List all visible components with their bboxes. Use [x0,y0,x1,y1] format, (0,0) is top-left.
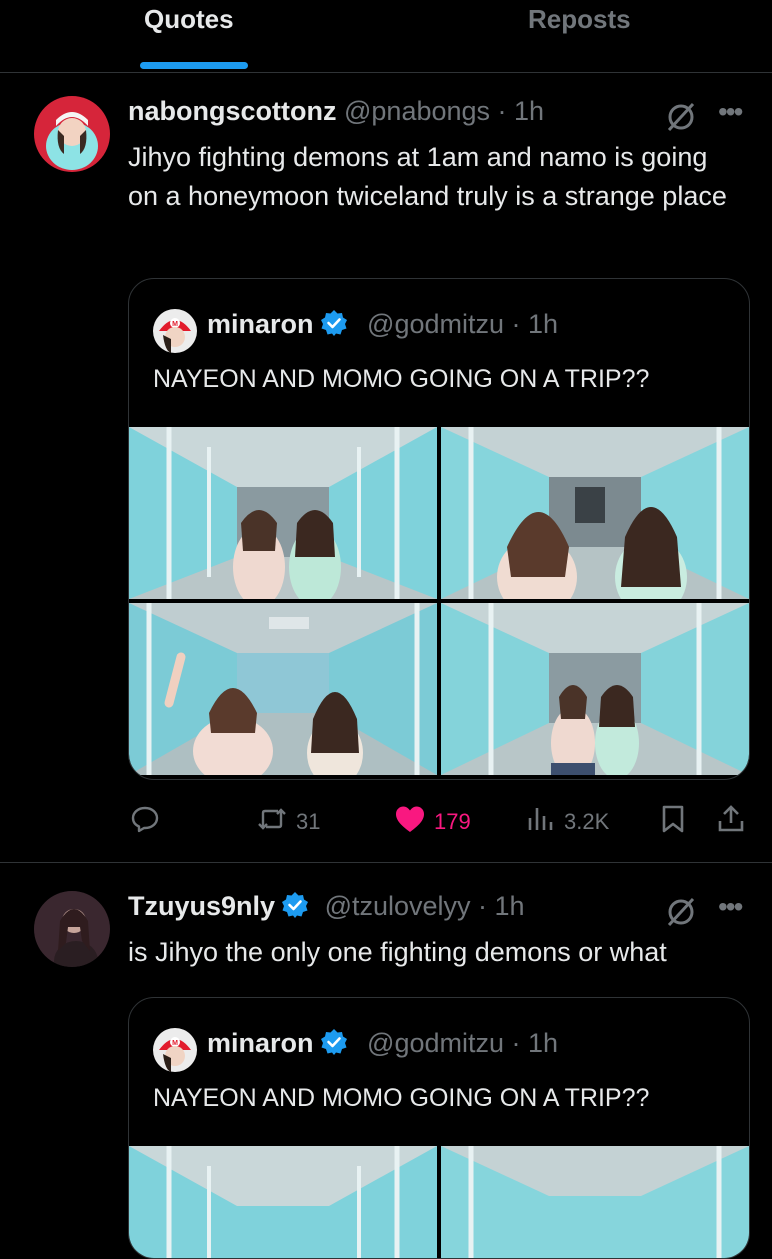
svg-text:M: M [172,321,178,328]
post-1[interactable]: nabongscottonz @pnabongs · 1h ••• Jihyo … [0,72,772,862]
quote-text: NAYEON AND MOMO GOING ON A TRIP?? [153,365,650,393]
heart-icon [394,804,426,840]
media-photo-3[interactable] [129,603,437,775]
quote-time[interactable]: · 1h [512,309,559,339]
avatar[interactable] [34,891,110,967]
quote-display-name[interactable]: minaron [207,309,314,339]
quote-header: minaron @godmitzu · 1h [207,1028,558,1063]
bookmark-icon [660,804,686,840]
repost-count: 31 [296,809,321,834]
tab-bar: Quotes Reposts [0,0,772,73]
post-2[interactable]: Tzuyus9nly @tzulovelyy · 1h ••• is Jihyo… [0,863,772,1259]
quoted-post[interactable]: M minaron @godmitzu · 1h NAYEON AND MOMO… [128,278,750,780]
repost-button[interactable]: 31 [256,804,320,840]
media-photo-1[interactable] [129,1146,437,1258]
ellipsis-icon[interactable]: ••• [718,891,743,923]
post-text: is Jihyo the only one fighting demons or… [128,937,667,967]
display-name[interactable]: nabongscottonz [128,96,336,126]
media-photo-2[interactable] [441,1146,749,1258]
media-photo-1[interactable] [129,427,437,599]
media-grid [129,1146,749,1258]
user-handle[interactable]: @tzulovelyy [325,891,471,921]
active-tab-indicator [140,62,248,69]
post-header: nabongscottonz @pnabongs · 1h [128,96,544,127]
display-name[interactable]: Tzuyus9nly [128,891,275,921]
share-upload-icon [716,804,746,840]
quote-display-name[interactable]: minaron [207,1028,314,1058]
views-button[interactable]: 3.2K [526,804,609,840]
quote-time[interactable]: · 1h [512,1028,559,1058]
tab-quotes[interactable]: Quotes [144,4,234,35]
like-count: 179 [434,809,471,834]
speech-bubble-icon [130,804,160,840]
user-handle[interactable]: @pnabongs [344,96,490,126]
verified-badge-icon [320,1028,348,1063]
quote-header: minaron @godmitzu · 1h [207,309,558,344]
like-button[interactable]: 179 [394,804,471,840]
slashed-circle-icon[interactable] [664,895,698,929]
view-count: 3.2K [564,809,610,834]
slashed-circle-icon[interactable] [664,100,698,134]
ellipsis-icon[interactable]: ••• [718,96,743,128]
media-grid [129,427,749,777]
repost-arrows-icon [256,804,288,840]
post-header: Tzuyus9nly @tzulovelyy · 1h [128,891,525,926]
quote-text: NAYEON AND MOMO GOING ON A TRIP?? [153,1084,650,1112]
bar-chart-icon [526,804,556,840]
quoted-post[interactable]: M minaron @godmitzu · 1h NAYEON AND MOMO… [128,997,750,1259]
quote-handle[interactable]: @godmitzu [367,1028,504,1058]
quote-avatar[interactable]: M [153,1028,197,1072]
post-text: Jihyo fighting demons at 1am and namo is… [128,142,727,211]
media-photo-2[interactable] [441,427,749,599]
post-time[interactable]: · 1h [498,96,545,126]
action-bar: 31 179 3.2K [0,804,772,844]
avatar[interactable] [34,96,110,172]
quote-avatar[interactable]: M [153,309,197,353]
quote-handle[interactable]: @godmitzu [367,309,504,339]
svg-text:M: M [172,1040,178,1047]
reply-button[interactable] [130,804,160,840]
media-photo-4[interactable] [441,603,749,775]
bookmark-button[interactable] [660,804,686,840]
share-button[interactable] [716,804,746,840]
tab-reposts[interactable]: Reposts [528,4,631,35]
post-time[interactable]: · 1h [478,891,525,921]
verified-badge-icon [320,309,348,344]
verified-badge-icon [281,891,309,926]
